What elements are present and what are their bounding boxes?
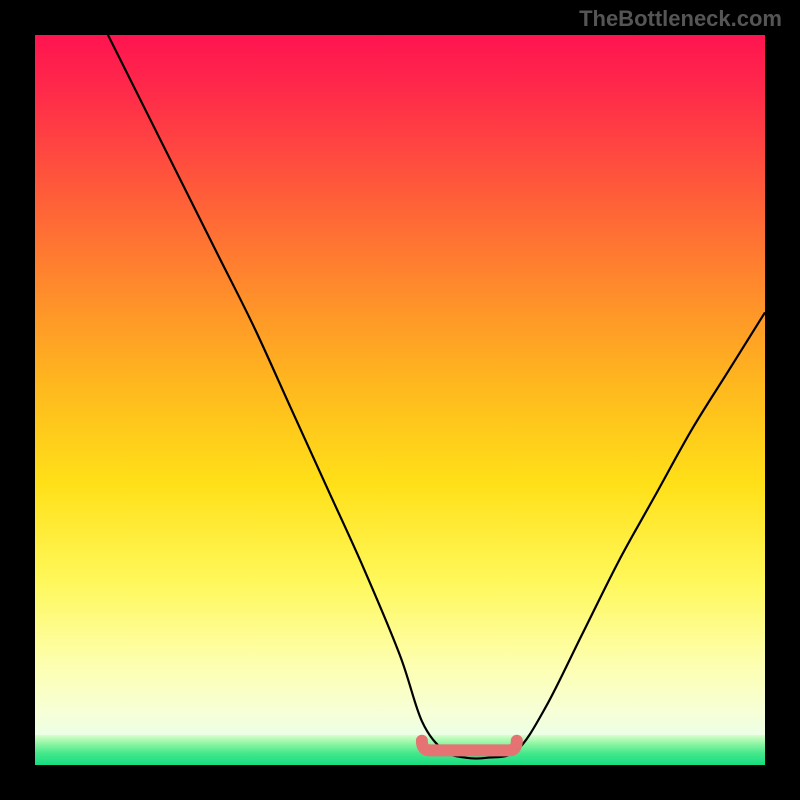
chart-svg <box>35 35 765 765</box>
chart-area <box>35 35 765 765</box>
watermark-text: TheBottleneck.com <box>579 6 782 32</box>
bottleneck-curve-line <box>108 35 765 759</box>
